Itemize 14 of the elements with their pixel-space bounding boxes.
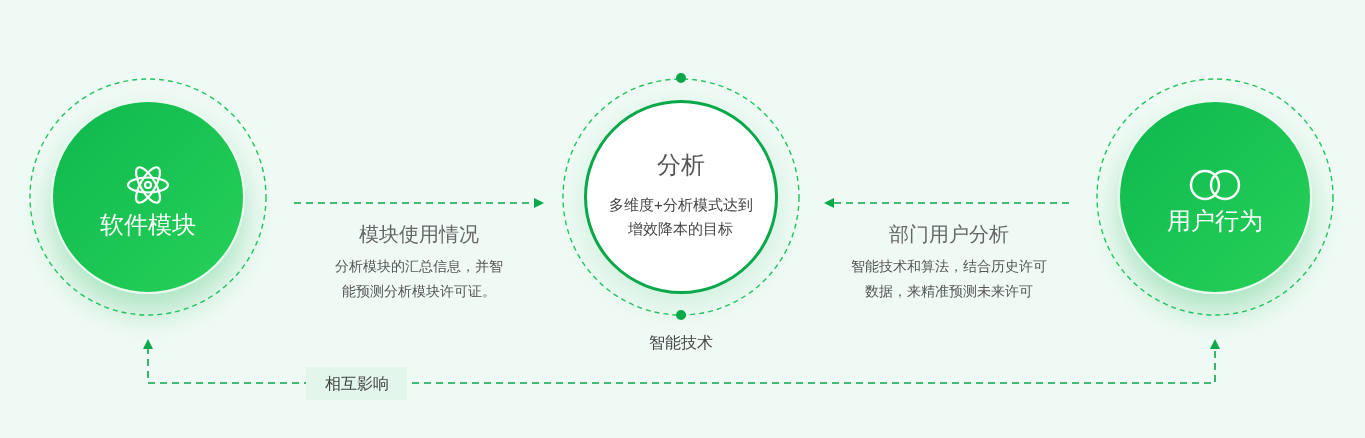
atom-icon (126, 165, 170, 205)
link-description: 智能技术和算法，结合历史许可 数据，来精准预测未来许可 (851, 257, 1047, 301)
rings-icon (1188, 169, 1242, 201)
node-description: 多维度+分析模式达到 增效降本的目标 (609, 195, 753, 239)
node-title: 用户行为 (1167, 209, 1263, 233)
bottom-dot (676, 310, 686, 320)
node-title: 分析 (657, 153, 705, 177)
node-caption: 智能技术 (648, 333, 714, 353)
link-title: 部门用户分析 (889, 222, 1009, 247)
link-description: 分析模块的汇总信息，并智 能预测分析模块许可证。 (335, 257, 503, 301)
top-dot (676, 73, 686, 83)
node-title: 软件模块 (100, 213, 196, 237)
link-title: 模块使用情况 (359, 222, 479, 247)
feedback-label: 相互影响 (306, 367, 407, 400)
